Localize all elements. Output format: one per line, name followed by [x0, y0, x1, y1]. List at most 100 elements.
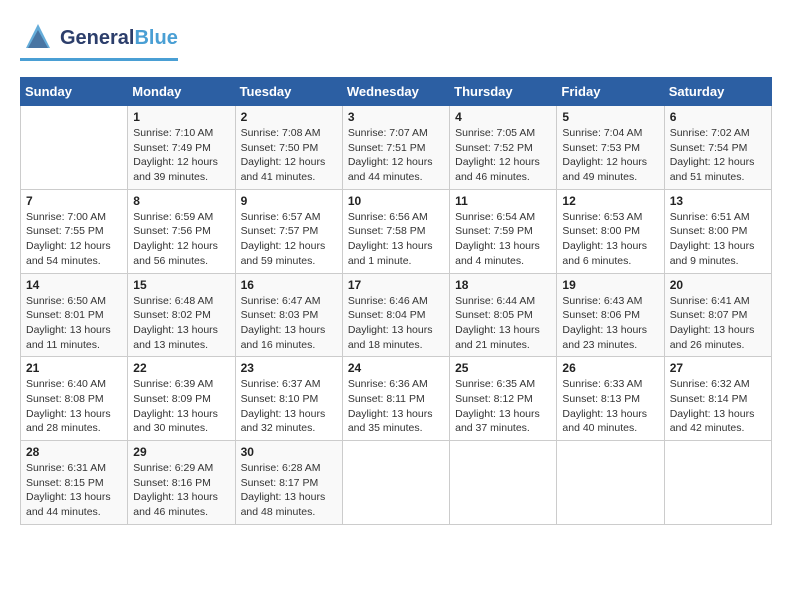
day-info: Sunrise: 6:57 AM Sunset: 7:57 PM Dayligh… [241, 210, 337, 269]
day-info: Sunrise: 6:51 AM Sunset: 8:00 PM Dayligh… [670, 210, 766, 269]
day-number: 8 [133, 194, 229, 208]
calendar-body: 1 Sunrise: 7:10 AM Sunset: 7:49 PM Daylig… [21, 106, 772, 525]
day-info: Sunrise: 6:29 AM Sunset: 8:16 PM Dayligh… [133, 461, 229, 520]
calendar-header-thursday: Thursday [450, 78, 557, 106]
calendar-cell: 16 Sunrise: 6:47 AM Sunset: 8:03 PM Dayli… [235, 273, 342, 357]
day-info: Sunrise: 6:50 AM Sunset: 8:01 PM Dayligh… [26, 294, 122, 353]
day-number: 3 [348, 110, 444, 124]
day-info: Sunrise: 6:37 AM Sunset: 8:10 PM Dayligh… [241, 377, 337, 436]
day-number: 16 [241, 278, 337, 292]
calendar-cell: 4Sunrise: 7:05 AM Sunset: 7:52 PM Daylig… [450, 106, 557, 190]
day-info: Sunrise: 6:39 AM Sunset: 8:09 PM Dayligh… [133, 377, 229, 436]
calendar-cell: 18 Sunrise: 6:44 AM Sunset: 8:05 PM Dayli… [450, 273, 557, 357]
calendar-cell: 9 Sunrise: 6:57 AM Sunset: 7:57 PM Daylig… [235, 189, 342, 273]
calendar-week-row: 1 Sunrise: 7:10 AM Sunset: 7:49 PM Daylig… [21, 106, 772, 190]
calendar-header-friday: Friday [557, 78, 664, 106]
day-number: 17 [348, 278, 444, 292]
calendar-header-saturday: Saturday [664, 78, 771, 106]
calendar-cell: 17 Sunrise: 6:46 AM Sunset: 8:04 PM Dayli… [342, 273, 449, 357]
calendar-cell: 11Sunrise: 6:54 AM Sunset: 7:59 PM Dayli… [450, 189, 557, 273]
day-info: Sunrise: 7:08 AM Sunset: 7:50 PM Dayligh… [241, 126, 337, 185]
day-info: Sunrise: 7:04 AM Sunset: 7:53 PM Dayligh… [562, 126, 658, 185]
day-info: Sunrise: 6:36 AM Sunset: 8:11 PM Dayligh… [348, 377, 444, 436]
day-number: 23 [241, 361, 337, 375]
calendar-cell: 20 Sunrise: 6:41 AM Sunset: 8:07 PM Dayli… [664, 273, 771, 357]
day-number: 13 [670, 194, 766, 208]
calendar-week-row: 21Sunrise: 6:40 AM Sunset: 8:08 PM Dayli… [21, 357, 772, 441]
day-number: 6 [670, 110, 766, 124]
calendar-header-monday: Monday [128, 78, 235, 106]
calendar-cell: 5 Sunrise: 7:04 AM Sunset: 7:53 PM Daylig… [557, 106, 664, 190]
day-info: Sunrise: 7:10 AM Sunset: 7:49 PM Dayligh… [133, 126, 229, 185]
day-info: Sunrise: 6:59 AM Sunset: 7:56 PM Dayligh… [133, 210, 229, 269]
day-number: 1 [133, 110, 229, 124]
logo-icon [20, 20, 56, 56]
day-info: Sunrise: 6:44 AM Sunset: 8:05 PM Dayligh… [455, 294, 551, 353]
calendar-cell: 1 Sunrise: 7:10 AM Sunset: 7:49 PM Daylig… [128, 106, 235, 190]
day-info: Sunrise: 6:31 AM Sunset: 8:15 PM Dayligh… [26, 461, 122, 520]
day-number: 29 [133, 445, 229, 459]
calendar-cell: 13 Sunrise: 6:51 AM Sunset: 8:00 PM Dayli… [664, 189, 771, 273]
calendar-cell: 23 Sunrise: 6:37 AM Sunset: 8:10 PM Dayli… [235, 357, 342, 441]
calendar-cell: 10 Sunrise: 6:56 AM Sunset: 7:58 PM Dayli… [342, 189, 449, 273]
day-info: Sunrise: 6:48 AM Sunset: 8:02 PM Dayligh… [133, 294, 229, 353]
calendar-header-sunday: Sunday [21, 78, 128, 106]
day-number: 20 [670, 278, 766, 292]
calendar-cell: 12Sunrise: 6:53 AM Sunset: 8:00 PM Dayli… [557, 189, 664, 273]
calendar-table: SundayMondayTuesdayWednesdayThursdayFrid… [20, 77, 772, 525]
day-number: 7 [26, 194, 122, 208]
calendar-week-row: 14 Sunrise: 6:50 AM Sunset: 8:01 PM Dayli… [21, 273, 772, 357]
calendar-cell: 26 Sunrise: 6:33 AM Sunset: 8:13 PM Dayli… [557, 357, 664, 441]
calendar-cell: 6 Sunrise: 7:02 AM Sunset: 7:54 PM Daylig… [664, 106, 771, 190]
page-header: GeneralBlue [20, 20, 772, 61]
calendar-cell: 30Sunrise: 6:28 AM Sunset: 8:17 PM Dayli… [235, 441, 342, 525]
calendar-cell [450, 441, 557, 525]
calendar-header-wednesday: Wednesday [342, 78, 449, 106]
logo: GeneralBlue [20, 20, 178, 61]
day-info: Sunrise: 6:56 AM Sunset: 7:58 PM Dayligh… [348, 210, 444, 269]
day-number: 22 [133, 361, 229, 375]
calendar-cell: 14 Sunrise: 6:50 AM Sunset: 8:01 PM Dayli… [21, 273, 128, 357]
calendar-cell [664, 441, 771, 525]
calendar-cell [342, 441, 449, 525]
calendar-header-tuesday: Tuesday [235, 78, 342, 106]
calendar-cell: 25 Sunrise: 6:35 AM Sunset: 8:12 PM Dayli… [450, 357, 557, 441]
calendar-cell: 15Sunrise: 6:48 AM Sunset: 8:02 PM Dayli… [128, 273, 235, 357]
day-number: 27 [670, 361, 766, 375]
day-info: Sunrise: 6:40 AM Sunset: 8:08 PM Dayligh… [26, 377, 122, 436]
day-number: 5 [562, 110, 658, 124]
calendar-week-row: 7 Sunrise: 7:00 AM Sunset: 7:55 PM Daylig… [21, 189, 772, 273]
calendar-cell: 3 Sunrise: 7:07 AM Sunset: 7:51 PM Daylig… [342, 106, 449, 190]
day-info: Sunrise: 6:33 AM Sunset: 8:13 PM Dayligh… [562, 377, 658, 436]
day-number: 9 [241, 194, 337, 208]
day-info: Sunrise: 6:32 AM Sunset: 8:14 PM Dayligh… [670, 377, 766, 436]
calendar-cell: 28Sunrise: 6:31 AM Sunset: 8:15 PM Dayli… [21, 441, 128, 525]
day-number: 4 [455, 110, 551, 124]
day-number: 2 [241, 110, 337, 124]
calendar-header-row: SundayMondayTuesdayWednesdayThursdayFrid… [21, 78, 772, 106]
day-number: 26 [562, 361, 658, 375]
day-info: Sunrise: 6:41 AM Sunset: 8:07 PM Dayligh… [670, 294, 766, 353]
calendar-cell: 7 Sunrise: 7:00 AM Sunset: 7:55 PM Daylig… [21, 189, 128, 273]
day-number: 10 [348, 194, 444, 208]
calendar-cell [557, 441, 664, 525]
calendar-cell: 22 Sunrise: 6:39 AM Sunset: 8:09 PM Dayli… [128, 357, 235, 441]
day-number: 14 [26, 278, 122, 292]
day-info: Sunrise: 6:47 AM Sunset: 8:03 PM Dayligh… [241, 294, 337, 353]
day-number: 25 [455, 361, 551, 375]
day-number: 18 [455, 278, 551, 292]
day-number: 30 [241, 445, 337, 459]
calendar-cell: 8 Sunrise: 6:59 AM Sunset: 7:56 PM Daylig… [128, 189, 235, 273]
day-info: Sunrise: 7:07 AM Sunset: 7:51 PM Dayligh… [348, 126, 444, 185]
day-info: Sunrise: 7:00 AM Sunset: 7:55 PM Dayligh… [26, 210, 122, 269]
day-number: 24 [348, 361, 444, 375]
day-info: Sunrise: 6:35 AM Sunset: 8:12 PM Dayligh… [455, 377, 551, 436]
day-info: Sunrise: 6:46 AM Sunset: 8:04 PM Dayligh… [348, 294, 444, 353]
calendar-cell [21, 106, 128, 190]
logo-text: GeneralBlue [60, 27, 178, 50]
day-info: Sunrise: 6:54 AM Sunset: 7:59 PM Dayligh… [455, 210, 551, 269]
calendar-cell: 29 Sunrise: 6:29 AM Sunset: 8:16 PM Dayli… [128, 441, 235, 525]
day-info: Sunrise: 7:02 AM Sunset: 7:54 PM Dayligh… [670, 126, 766, 185]
calendar-cell: 21Sunrise: 6:40 AM Sunset: 8:08 PM Dayli… [21, 357, 128, 441]
calendar-cell: 2 Sunrise: 7:08 AM Sunset: 7:50 PM Daylig… [235, 106, 342, 190]
